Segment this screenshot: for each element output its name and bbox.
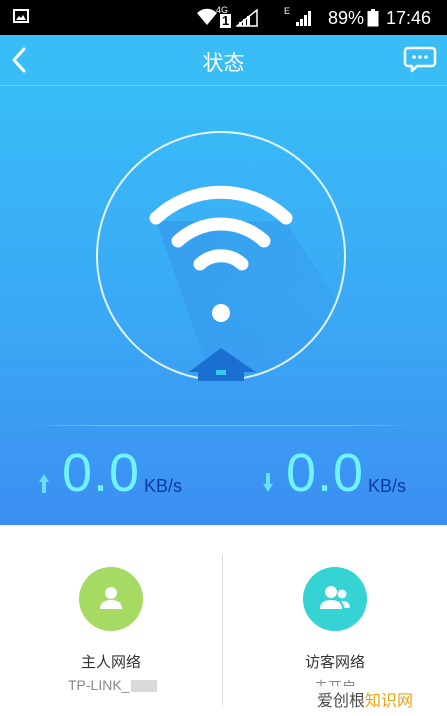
cell-signal-icon-2	[296, 11, 311, 26]
upload-speed-value: 0.0	[62, 443, 141, 503]
arrow-down-icon	[263, 473, 273, 492]
upload-speed-unit: KB/s	[144, 476, 183, 496]
guest-network-icon-circle	[303, 567, 367, 631]
host-network-card[interactable]: 主人网络 TP-LINK_	[0, 525, 222, 716]
clock: 17:46	[386, 8, 432, 28]
wifi-signal-icon	[197, 8, 217, 25]
page-title: 状态	[202, 51, 245, 75]
ssid-redaction	[131, 680, 158, 693]
watermark: 爱创根知识网	[311, 686, 447, 716]
host-network-icon-circle	[79, 567, 143, 631]
wifi-router-icon	[149, 185, 344, 381]
message-button[interactable]	[403, 45, 437, 75]
host-network-ssid-text: TP-LINK_	[68, 677, 130, 693]
app-header: 状态	[0, 35, 447, 86]
data-type-label: E	[284, 6, 291, 16]
chat-bubble-icon	[403, 46, 437, 73]
battery-percent: 89%	[328, 8, 365, 28]
user-icon	[100, 587, 122, 609]
download-speed-unit: KB/s	[368, 476, 407, 496]
cell-signal-icon	[236, 9, 258, 27]
users-icon	[320, 586, 350, 609]
arrow-up-icon	[39, 474, 49, 493]
watermark-text-a: 爱创根	[317, 691, 366, 710]
hero-divider	[26, 425, 416, 426]
card-separator	[222, 555, 223, 705]
watermark-text-b: 知识网	[365, 691, 414, 710]
guest-network-name: 访客网络	[304, 653, 365, 671]
host-network-name: 主人网络	[80, 653, 141, 671]
download-speed-value: 0.0	[286, 443, 365, 503]
status-bar: 4G 1 E 89% 17:46	[0, 0, 447, 35]
battery-icon	[367, 9, 379, 27]
gallery-notification-icon	[13, 9, 29, 23]
sim-slot-badge: 1	[220, 13, 232, 28]
status-hero: 0.0 KB/s 0.0 KB/s	[0, 86, 447, 525]
